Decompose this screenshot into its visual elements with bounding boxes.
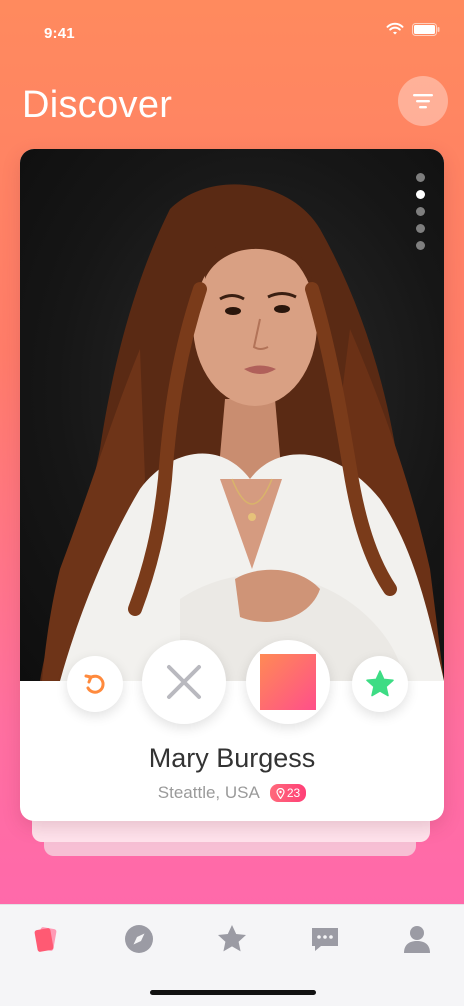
wifi-icon bbox=[386, 22, 404, 35]
filter-button[interactable] bbox=[398, 76, 448, 126]
profile-location: Steattle, USA bbox=[157, 783, 260, 802]
star-icon bbox=[218, 925, 246, 952]
tab-profile[interactable] bbox=[399, 921, 435, 957]
profile-name: Mary Burgess bbox=[148, 743, 316, 773]
tab-favorites[interactable] bbox=[214, 921, 250, 957]
undo-icon bbox=[84, 674, 105, 694]
like-button[interactable] bbox=[246, 640, 330, 724]
compass-icon bbox=[125, 925, 153, 953]
distance-badge: 23 bbox=[269, 784, 307, 802]
close-icon bbox=[167, 665, 201, 699]
profile-icon bbox=[404, 926, 430, 953]
photo-pager bbox=[416, 173, 425, 250]
portrait-illustration bbox=[40, 184, 444, 681]
like-square-icon bbox=[260, 654, 316, 710]
tab-messages[interactable] bbox=[307, 921, 343, 957]
pager-dot bbox=[416, 207, 425, 216]
star-icon bbox=[366, 670, 394, 697]
discover-screen: 9:41 Discover Mary Burgess Steattle, USA… bbox=[0, 0, 464, 1006]
profile-location-row: Steattle, USA 23 bbox=[20, 783, 444, 803]
tab-cards[interactable] bbox=[28, 921, 64, 957]
location-pin-icon bbox=[276, 787, 285, 799]
distance-value: 23 bbox=[286, 786, 301, 800]
filter-icon bbox=[413, 94, 433, 109]
cards-icon bbox=[34, 927, 57, 952]
page-title: Discover bbox=[22, 84, 173, 126]
battery-icon bbox=[412, 22, 440, 36]
super-like-button[interactable] bbox=[352, 656, 408, 712]
nope-button[interactable] bbox=[142, 640, 226, 724]
tab-explore[interactable] bbox=[121, 921, 157, 957]
home-indicator bbox=[150, 990, 316, 995]
pager-dot-active bbox=[416, 190, 425, 199]
chat-icon bbox=[312, 928, 338, 951]
status-time: 9:41 bbox=[44, 25, 75, 42]
pager-dot bbox=[416, 173, 425, 182]
pager-dot bbox=[416, 224, 425, 233]
status-icons bbox=[386, 22, 440, 36]
profile-card[interactable]: Mary Burgess Steattle, USA 23 bbox=[20, 149, 444, 821]
status-bar: 9:41 bbox=[0, 0, 464, 60]
pager-dot bbox=[416, 241, 425, 250]
undo-button[interactable] bbox=[67, 656, 123, 712]
profile-photo[interactable] bbox=[20, 149, 444, 681]
